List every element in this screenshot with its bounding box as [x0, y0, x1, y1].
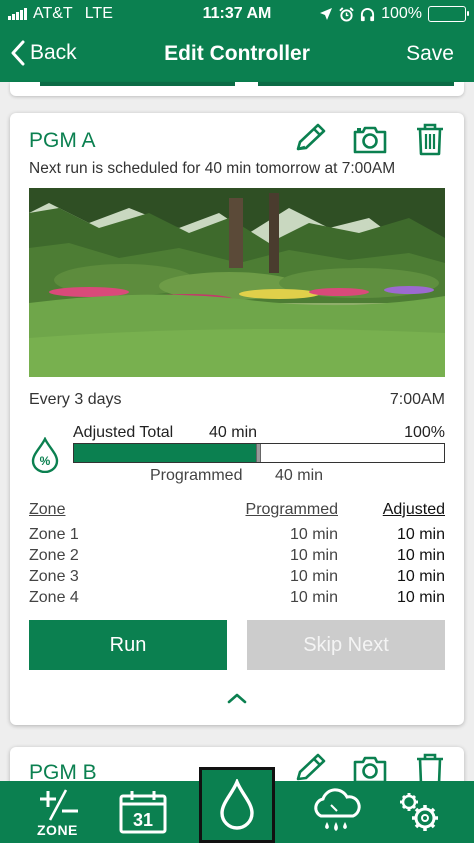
save-button[interactable]: Save	[406, 42, 454, 66]
camera-button[interactable]	[350, 121, 390, 157]
garden-photo	[29, 188, 445, 377]
adjusted-total-label: Adjusted Total	[73, 424, 174, 441]
adjustment-progress-fill	[74, 444, 256, 462]
plus-minus-icon	[40, 789, 78, 821]
next-run-text: Next run is scheduled for 40 min tomorro…	[29, 160, 396, 177]
percent-drop-icon: %	[31, 437, 59, 473]
tab-bar: ZONE 31	[0, 767, 474, 843]
svg-text:%: %	[40, 454, 51, 468]
chevron-up-icon[interactable]	[225, 690, 249, 706]
programmed-total-value: 40 min	[275, 467, 324, 484]
zone-row: Zone 2 10 min 10 min	[29, 547, 445, 568]
tab-zone[interactable]: ZONE	[20, 781, 92, 843]
chevron-left-icon	[11, 40, 25, 66]
camera-icon	[353, 126, 387, 154]
delete-button[interactable]	[410, 121, 450, 157]
gears-icon	[400, 793, 438, 831]
calendar-day: 31	[133, 810, 153, 830]
status-bar: AT&T LTE 11:37 AM 100%	[0, 0, 474, 28]
skip-next-button[interactable]: Skip Next	[247, 620, 445, 670]
status-right: 100%	[319, 5, 469, 23]
zone-programmed: 10 min	[289, 526, 338, 543]
zone-row: Zone 1 10 min 10 min	[29, 526, 445, 547]
zone-name: Zone 4	[29, 589, 79, 606]
trash-icon	[417, 123, 443, 156]
zone-adjusted: 10 min	[396, 568, 445, 585]
water-drop-icon	[220, 779, 254, 830]
zone-programmed: 10 min	[289, 568, 338, 585]
zone-column-header: Zone	[29, 501, 66, 518]
location-icon	[320, 8, 333, 20]
battery-percent: 100%	[381, 5, 422, 22]
programmed-label: Programmed	[150, 467, 243, 484]
program-actions	[290, 121, 450, 157]
headphones-icon	[361, 7, 375, 21]
pencil-icon	[296, 123, 326, 151]
programmed-column-header: Programmed	[245, 501, 338, 518]
program-card: PGM A Next run is scheduled for 40 min t…	[10, 113, 464, 725]
alarm-icon	[339, 6, 354, 22]
program-name: PGM A	[29, 129, 96, 152]
zone-name: Zone 2	[29, 547, 79, 564]
programmed-marker	[256, 444, 261, 462]
tab-zone-label: ZONE	[37, 822, 78, 838]
back-button[interactable]: Back	[10, 40, 77, 66]
zone-name: Zone 3	[29, 568, 79, 585]
tab-calendar[interactable]: 31	[108, 781, 178, 843]
edit-button[interactable]	[290, 121, 330, 157]
program-photo[interactable]	[29, 188, 445, 377]
zone-name: Zone 1	[29, 526, 79, 543]
previous-card-button-edge[interactable]	[40, 82, 235, 86]
adjustment-progress-bar	[73, 443, 445, 463]
adjusted-column-header: Adjusted	[382, 501, 445, 518]
calendar-icon: 31	[119, 791, 167, 834]
zone-adjusted: 10 min	[396, 589, 445, 606]
nav-bar: Back Edit Controller Save	[0, 28, 474, 82]
zone-programmed: 10 min	[289, 589, 338, 606]
zone-adjusted: 10 min	[396, 547, 445, 564]
zone-row: Zone 3 10 min 10 min	[29, 568, 445, 589]
back-label: Back	[30, 41, 77, 64]
tab-settings[interactable]	[384, 781, 454, 843]
previous-card-edge	[10, 82, 464, 96]
zone-programmed: 10 min	[289, 547, 338, 564]
previous-card-button-edge[interactable]	[258, 82, 454, 86]
frequency-label: Every 3 days	[29, 391, 122, 408]
zone-row: Zone 4 10 min 10 min	[29, 589, 445, 610]
adjusted-percent: 100%	[404, 424, 445, 441]
tab-programs[interactable]	[199, 767, 275, 843]
adjusted-total-value: 40 min	[209, 424, 258, 441]
tab-weather[interactable]	[300, 781, 372, 843]
zone-adjusted: 10 min	[396, 526, 445, 543]
run-button[interactable]: Run	[29, 620, 227, 670]
start-time-label: 7:00AM	[389, 391, 445, 408]
battery-icon	[428, 6, 469, 22]
cloud-rain-icon	[314, 788, 361, 831]
